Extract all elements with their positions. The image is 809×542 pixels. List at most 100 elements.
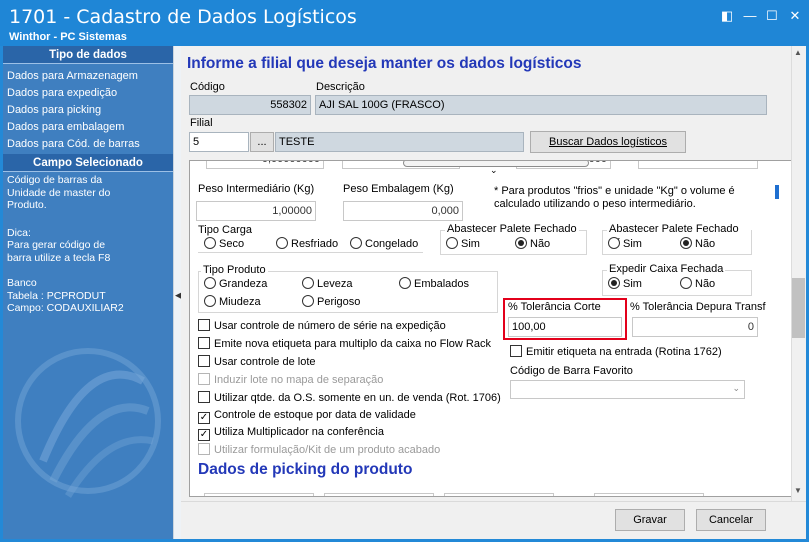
sidebar-item-expedicao[interactable]: Dados para expedição bbox=[3, 85, 173, 102]
radio-seco-dot[interactable] bbox=[204, 237, 216, 249]
app-window: 1701 - Cadastro de Dados Logísticos Wint… bbox=[0, 0, 809, 542]
radio-embalados[interactable]: Embalados bbox=[399, 277, 469, 290]
checkbox-multiplicador[interactable]: ✓ Utiliza Multiplicador na conferência bbox=[198, 426, 384, 441]
radio-resfriado-dot[interactable] bbox=[276, 237, 288, 249]
close-button[interactable]: ✕ bbox=[785, 8, 805, 24]
radio-abastecer-cx-sim[interactable]: Sim bbox=[608, 237, 642, 250]
checkbox-numero-serie-box[interactable] bbox=[198, 319, 210, 331]
checkbox-formulacao-kit-label: Utilizar formulação/Kit de um produto ac… bbox=[214, 444, 441, 456]
sidebar-splitter[interactable]: ◀ bbox=[173, 46, 182, 539]
checkbox-induzir-lote-box bbox=[198, 373, 210, 385]
radio-expedir-sim-dot[interactable] bbox=[608, 277, 620, 289]
codigo-barra-favorito-label: Código de Barra Favorito bbox=[510, 365, 633, 377]
filial-lookup-button[interactable]: ... bbox=[250, 132, 274, 152]
radio-congelado-dot[interactable] bbox=[350, 237, 362, 249]
checkbox-controle-lote[interactable]: Usar controle de lote bbox=[198, 355, 316, 368]
sidebar-item-embalagem[interactable]: Dados para embalagem bbox=[3, 119, 173, 136]
buscar-dados-button[interactable]: Buscar Dados logísticos bbox=[530, 131, 686, 153]
radio-abastecer-cx-nao[interactable]: Não bbox=[680, 237, 715, 250]
radio-expedir-sim[interactable]: Sim bbox=[608, 277, 642, 290]
checkbox-nova-etiqueta-box[interactable] bbox=[198, 337, 210, 349]
checkmark-icon[interactable]: ✓ bbox=[198, 429, 210, 441]
radio-seco-label: Seco bbox=[219, 238, 245, 250]
sidebar-header-tipo: Tipo de dados bbox=[3, 46, 173, 64]
checkbox-controle-lote-box[interactable] bbox=[198, 355, 210, 367]
sidebar-item-cod-barras[interactable]: Dados para Cód. de barras bbox=[3, 136, 173, 153]
emitir-etiqueta-box[interactable] bbox=[510, 345, 522, 357]
peso-embalagem-input[interactable]: 0,000 bbox=[343, 201, 463, 221]
restore-icon[interactable]: ◧ bbox=[717, 8, 737, 24]
cancelar-button[interactable]: Cancelar bbox=[696, 509, 766, 531]
radio-abastecer-sim-label: Sim bbox=[461, 238, 480, 250]
vertical-scrollbar[interactable] bbox=[791, 46, 806, 506]
section-picking-title: Dados de picking do produto bbox=[198, 461, 413, 478]
codigo-barra-favorito-select[interactable]: ⌄ bbox=[510, 380, 745, 399]
chevron-down-icon[interactable]: ⌄ bbox=[490, 165, 498, 176]
tolerancia-depura-input[interactable]: 0 bbox=[632, 317, 758, 337]
sidebar-item-armazenagem[interactable]: Dados para Armazenagem bbox=[3, 68, 173, 85]
filial-label: Filial bbox=[190, 117, 213, 129]
radio-abastecer-cx-nao-dot[interactable] bbox=[680, 237, 692, 249]
top-field-4[interactable] bbox=[638, 161, 758, 169]
picking-field-2[interactable] bbox=[324, 493, 434, 496]
checkbox-formulacao-kit: Utilizar formulação/Kit de um produto ac… bbox=[198, 443, 440, 456]
radio-abastecer-sim[interactable]: Sim bbox=[446, 237, 480, 250]
radio-congelado[interactable]: Congelado bbox=[350, 237, 418, 250]
scroll-up-icon[interactable]: ▲ bbox=[794, 48, 802, 57]
radio-abastecer-nao[interactable]: Não bbox=[515, 237, 550, 250]
radio-seco[interactable]: Seco bbox=[204, 237, 244, 250]
radio-abastecer-nao-dot[interactable] bbox=[515, 237, 527, 249]
radio-expedir-sim-label: Sim bbox=[623, 278, 642, 290]
main-content: Informe a filial que deseja manter os da… bbox=[181, 46, 806, 539]
radio-grandeza-dot[interactable] bbox=[204, 277, 216, 289]
checkbox-qtde-os[interactable]: Utilizar qtde. da O.S. somente en un. de… bbox=[198, 391, 501, 404]
radio-embalados-dot[interactable] bbox=[399, 277, 411, 289]
dica-text: Para gerar código de barra utilize a tec… bbox=[7, 239, 111, 264]
radio-resfriado[interactable]: Resfriado bbox=[276, 237, 338, 250]
tolerancia-depura-label: % Tolerância Depura Transf bbox=[630, 301, 766, 313]
radio-resfriado-label: Resfriado bbox=[291, 238, 339, 250]
picking-field-1[interactable] bbox=[204, 493, 314, 496]
radio-expedir-nao-dot[interactable] bbox=[680, 277, 692, 289]
checkmark-icon[interactable]: ✓ bbox=[198, 412, 210, 424]
checkbox-qtde-os-box[interactable] bbox=[198, 391, 210, 403]
radio-leveza[interactable]: Leveza bbox=[302, 277, 352, 290]
frios-note: * Para produtos "frios" e unidade "Kg" o… bbox=[494, 185, 735, 210]
abastecer-palete-title: Abastecer Palete Fechado bbox=[445, 223, 579, 235]
radio-grandeza[interactable]: Grandeza bbox=[204, 277, 267, 290]
radio-abastecer-sim-dot[interactable] bbox=[446, 237, 458, 249]
codigo-label: Código bbox=[190, 81, 225, 93]
peso-embalagem-label: Peso Embalagem (Kg) bbox=[343, 183, 454, 195]
scroll-down-icon[interactable]: ▼ bbox=[794, 486, 802, 495]
sidebar-item-picking[interactable]: Dados para picking bbox=[3, 102, 173, 119]
gravar-label: Gravar bbox=[633, 514, 667, 526]
tipo-carga-title: Tipo Carga bbox=[196, 224, 255, 236]
filial-input[interactable]: 5 bbox=[189, 132, 249, 152]
radio-miudeza[interactable]: Miudeza bbox=[204, 295, 261, 308]
window-title: 1701 - Cadastro de Dados Logísticos bbox=[9, 6, 357, 28]
banco-label: Banco bbox=[7, 277, 37, 289]
picking-field-4[interactable] bbox=[594, 493, 704, 496]
checkbox-formulacao-kit-box bbox=[198, 443, 210, 455]
checkbox-data-validade[interactable]: ✓ Controle de estoque por data de validad… bbox=[198, 409, 416, 424]
maximize-button[interactable]: ☐ bbox=[762, 8, 782, 24]
minimize-button[interactable]: — bbox=[740, 8, 760, 24]
radio-expedir-nao[interactable]: Não bbox=[680, 277, 715, 290]
inner-scroll-indicator[interactable] bbox=[775, 185, 779, 199]
scrollbar-thumb[interactable] bbox=[792, 278, 805, 338]
top-field-1[interactable]: 0,00000000 bbox=[206, 161, 324, 169]
emitir-etiqueta-checkbox[interactable]: Emitir etiqueta na entrada (Rotina 1762) bbox=[510, 345, 722, 358]
checkbox-qtde-os-label: Utilizar qtde. da O.S. somente en un. de… bbox=[214, 392, 501, 404]
chevron-down-icon[interactable]: ⌄ bbox=[732, 383, 740, 394]
checkbox-nova-etiqueta[interactable]: Emite nova etiqueta para multiplo da cai… bbox=[198, 337, 491, 350]
checkbox-numero-serie[interactable]: Usar controle de número de série na expe… bbox=[198, 319, 446, 332]
radio-perigoso[interactable]: Perigoso bbox=[302, 295, 360, 308]
radio-abastecer-cx-sim-dot[interactable] bbox=[608, 237, 620, 249]
radio-leveza-dot[interactable] bbox=[302, 277, 314, 289]
peso-intermediario-input[interactable]: 1,00000 bbox=[196, 201, 316, 221]
picking-field-3[interactable] bbox=[444, 493, 554, 496]
peso-intermediario-label: Peso Intermediário (Kg) bbox=[198, 183, 315, 195]
gravar-button[interactable]: Gravar bbox=[615, 509, 685, 531]
radio-perigoso-dot[interactable] bbox=[302, 295, 314, 307]
radio-miudeza-dot[interactable] bbox=[204, 295, 216, 307]
